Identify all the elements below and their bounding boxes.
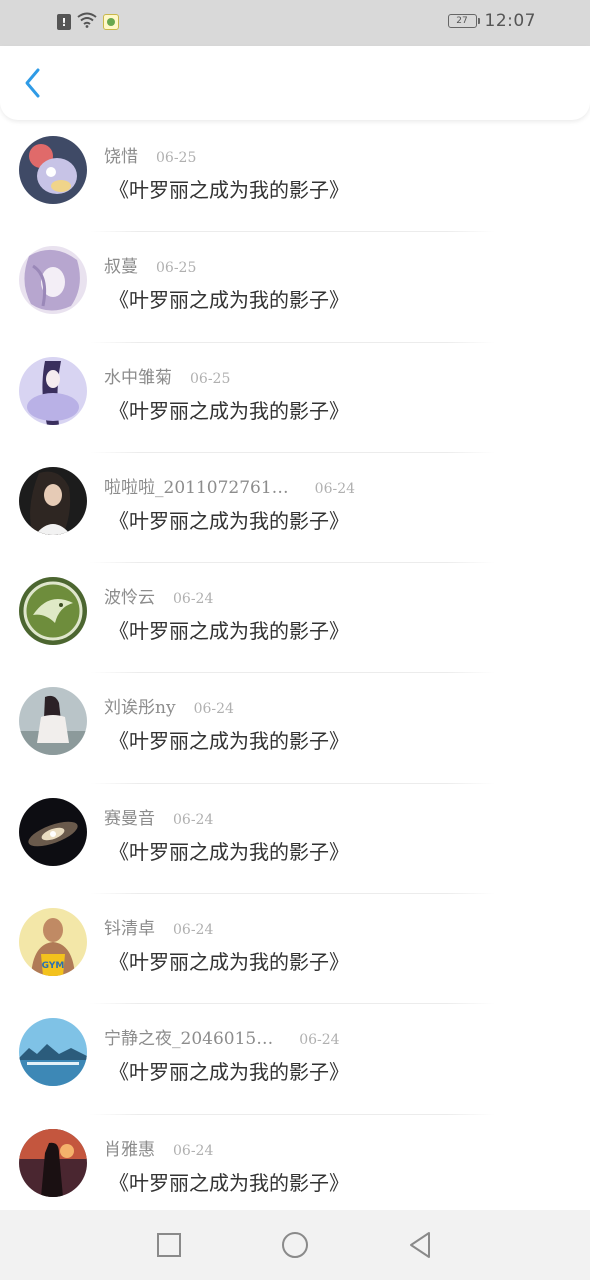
status-time: 12:07 — [484, 11, 536, 31]
date: 06-24 — [193, 701, 234, 718]
book-title[interactable]: 《叶罗丽之成为我的影子》 — [109, 395, 349, 424]
svg-text:GYM: GYM — [42, 961, 65, 971]
circle-home-icon — [282, 1232, 308, 1258]
item-meta: 肖雅惠 06-24 — [104, 1135, 213, 1160]
user-name: 刘诶彤ny — [104, 698, 176, 719]
date: 06-25 — [156, 260, 197, 277]
item-meta: 钭清卓 06-24 — [104, 914, 213, 939]
book-title[interactable]: 《叶罗丽之成为我的影子》 — [109, 725, 349, 754]
triangle-back-icon — [410, 1232, 430, 1258]
list-item[interactable]: 赛曼音 06-24 《叶罗丽之成为我的影子》 — [0, 784, 590, 895]
item-meta: 宁静之夜_2046015… 06-24 — [104, 1024, 340, 1049]
item-meta: 啦啦啦_2011072761… 06-24 — [104, 473, 355, 498]
book-title[interactable]: 《叶罗丽之成为我的影子》 — [109, 1056, 349, 1085]
battery-level: 27 — [456, 15, 468, 26]
book-title[interactable]: 《叶罗丽之成为我的影子》 — [109, 174, 349, 203]
user-name: 叔蔓 — [104, 257, 138, 278]
user-name: 波怜云 — [104, 588, 155, 609]
header — [0, 46, 590, 120]
item-meta: 水中雏菊 06-25 — [104, 363, 230, 388]
system-nav-bar — [0, 1210, 590, 1280]
list-item[interactable]: 刘诶彤ny 06-24 《叶罗丽之成为我的影子》 — [0, 673, 590, 784]
user-name: 钭清卓 — [104, 919, 155, 940]
list-item[interactable]: GYM 钭清卓 06-24 《叶罗丽之成为我的影子》 — [0, 894, 590, 1005]
avatar[interactable] — [19, 577, 87, 646]
avatar[interactable] — [19, 136, 87, 204]
book-title[interactable]: 《叶罗丽之成为我的影子》 — [109, 1167, 349, 1196]
list-item[interactable]: 饶惜 06-25 《叶罗丽之成为我的影子》 — [0, 122, 590, 233]
system-back-button[interactable] — [405, 1230, 435, 1260]
item-meta: 叔蔓 06-25 — [104, 252, 196, 277]
book-title[interactable]: 《叶罗丽之成为我的影子》 — [109, 615, 349, 644]
avatar[interactable]: GYM — [19, 908, 87, 977]
book-title[interactable]: 《叶罗丽之成为我的影子》 — [109, 836, 349, 865]
wifi-icon — [77, 12, 97, 32]
book-title[interactable]: 《叶罗丽之成为我的影子》 — [109, 505, 349, 534]
list-item[interactable]: 叔蔓 06-25 《叶罗丽之成为我的影子》 — [0, 232, 590, 343]
avatar[interactable] — [19, 1128, 87, 1197]
user-name: 肖雅惠 — [104, 1139, 155, 1160]
book-title[interactable]: 《叶罗丽之成为我的影子》 — [109, 284, 349, 313]
back-button[interactable] — [16, 66, 50, 100]
user-name: 饶惜 — [104, 147, 138, 167]
chevron-left-icon — [25, 68, 40, 98]
list-item[interactable]: 波怜云 06-24 《叶罗丽之成为我的影子》 — [0, 563, 590, 674]
date: 06-24 — [173, 591, 214, 608]
user-name: 赛曼音 — [104, 808, 155, 829]
date: 06-24 — [314, 480, 356, 497]
date: 06-25 — [190, 370, 231, 387]
user-name: 水中雏菊 — [104, 367, 172, 388]
item-meta: 赛曼音 06-24 — [104, 804, 213, 829]
alert-icon: ! — [57, 14, 71, 30]
screen: ! 27 12:07 饶惜 06-25 《叶罗丽之成为我的影子》 叔蔓 06-2… — [0, 0, 590, 1280]
list-item[interactable]: 宁静之夜_2046015… 06-24 《叶罗丽之成为我的影子》 — [0, 1004, 590, 1115]
item-meta: 刘诶彤ny 06-24 — [104, 693, 234, 718]
app-notification-icon — [103, 14, 119, 30]
reader-list: 饶惜 06-25 《叶罗丽之成为我的影子》 叔蔓 06-25 《叶罗丽之成为我的… — [0, 122, 590, 1225]
list-item[interactable]: 啦啦啦_2011072761… 06-24 《叶罗丽之成为我的影子》 — [0, 453, 590, 564]
list-item[interactable]: 肖雅惠 06-24 《叶罗丽之成为我的影子》 — [0, 1115, 590, 1225]
home-button[interactable] — [280, 1230, 310, 1260]
avatar[interactable] — [19, 466, 87, 535]
avatar[interactable] — [19, 797, 87, 866]
status-icons-right: 27 12:07 — [447, 11, 537, 31]
user-name: 啦啦啦_2011072761… — [104, 477, 289, 498]
date: 06-24 — [173, 922, 214, 939]
avatar[interactable] — [19, 1018, 87, 1087]
date: 06-24 — [299, 1032, 340, 1049]
list-item[interactable]: 水中雏菊 06-25 《叶罗丽之成为我的影子》 — [0, 343, 590, 453]
item-meta: 波怜云 06-24 — [104, 583, 213, 608]
avatar[interactable] — [19, 246, 87, 315]
book-title[interactable]: 《叶罗丽之成为我的影子》 — [109, 946, 349, 975]
recents-button[interactable] — [154, 1230, 184, 1260]
avatar[interactable] — [19, 687, 87, 756]
item-meta: 饶惜 06-25 — [104, 142, 196, 167]
avatar[interactable] — [19, 356, 87, 425]
square-recents-icon — [157, 1233, 181, 1257]
status-icons-left: ! — [57, 12, 119, 32]
status-bar: ! 27 12:07 — [0, 0, 590, 46]
battery-icon: 27 — [447, 14, 480, 28]
date: 06-24 — [173, 811, 214, 828]
date: 06-24 — [173, 1142, 214, 1159]
date: 06-25 — [156, 150, 197, 166]
user-name: 宁静之夜_2046015… — [104, 1029, 274, 1050]
